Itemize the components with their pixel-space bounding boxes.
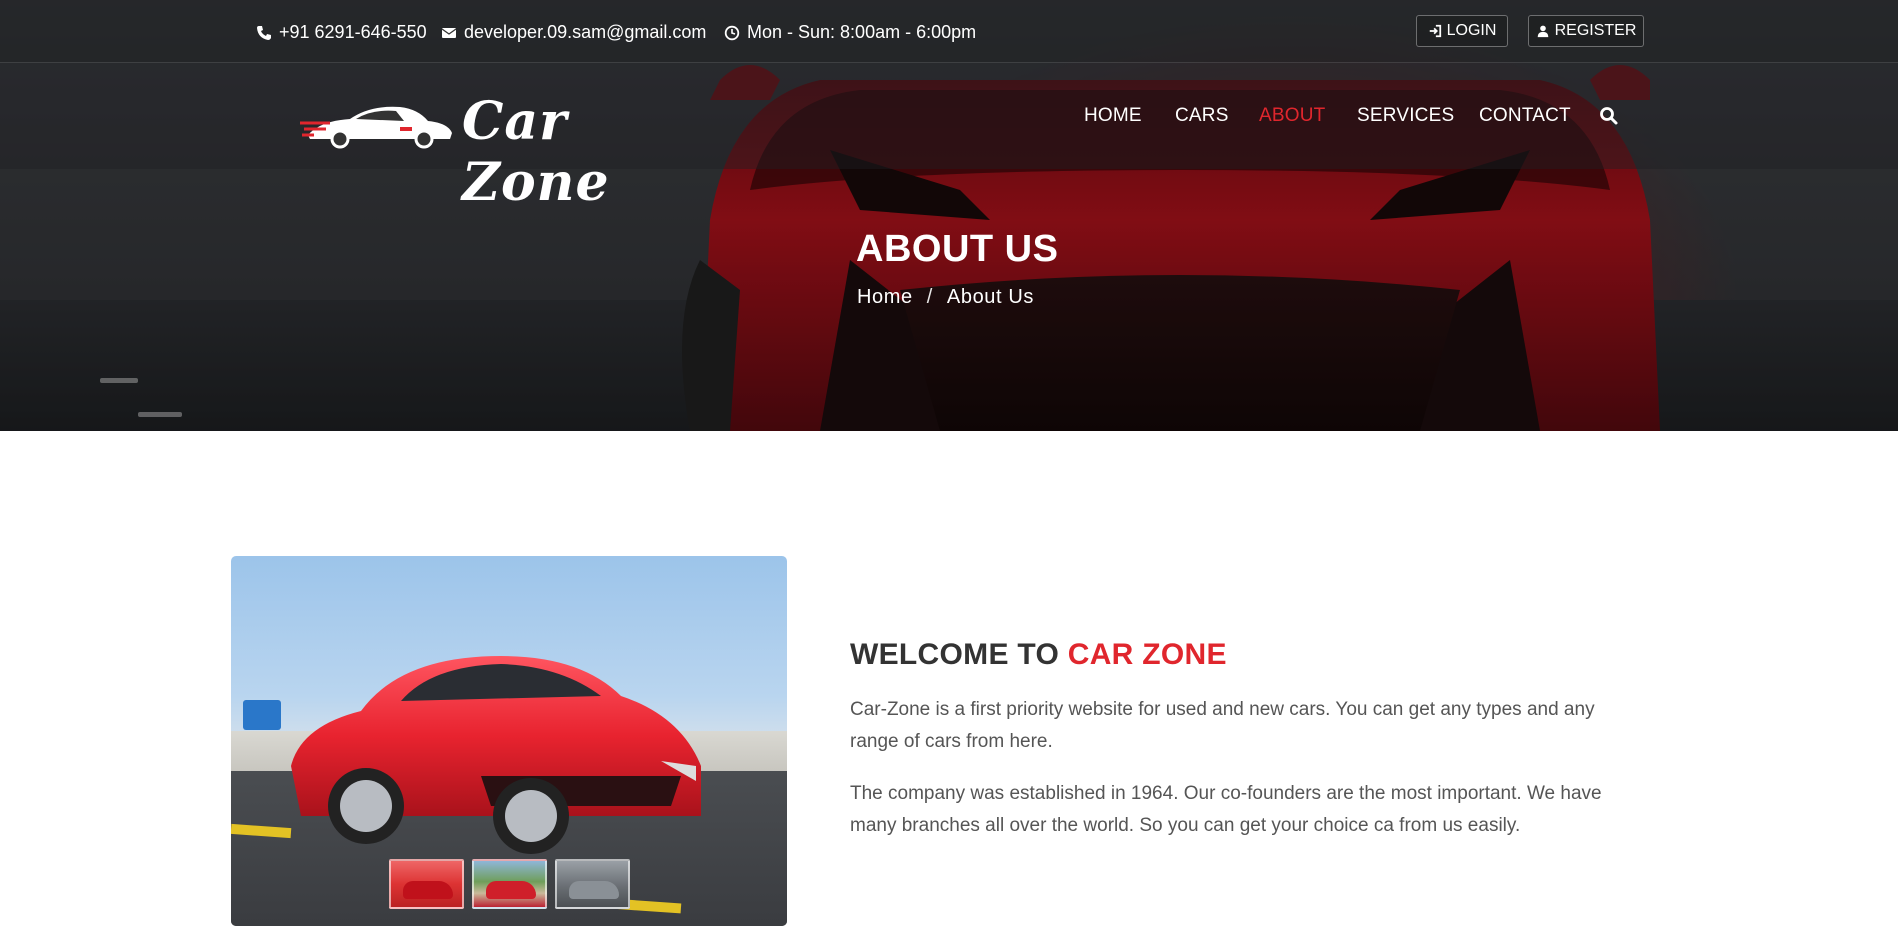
thumbnail-strip (389, 859, 630, 909)
breadcrumb-current: About Us (946, 286, 1034, 308)
search-icon[interactable] (1599, 106, 1619, 126)
thumbnail-car (486, 881, 536, 899)
nav-contact[interactable]: CONTACT (1479, 105, 1571, 127)
sign-in-icon (1429, 24, 1441, 38)
email-address: developer.09.sam@gmail.com (464, 22, 707, 42)
phone-number: +91 6291-646-550 (279, 22, 427, 42)
thumbnail-1[interactable] (389, 859, 464, 909)
email-contact[interactable]: developer.09.sam@gmail.com (441, 22, 706, 43)
nav-about[interactable]: ABOUT (1259, 105, 1325, 127)
about-paragraph-2: The company was established in 1964. Our… (850, 783, 1602, 836)
nav-cars[interactable]: CARS (1175, 105, 1229, 127)
thumbnail-car (569, 881, 619, 899)
welcome-brand: CAR ZONE (1067, 638, 1227, 671)
top-bar: +91 6291-646-550 developer.09.sam@gmail.… (0, 0, 1898, 63)
welcome-heading: WELCOME TO CAR ZONE (850, 638, 1227, 672)
register-button[interactable]: REGISTER (1528, 15, 1644, 47)
nav-home[interactable]: HOME (1084, 105, 1142, 127)
phone-icon (257, 25, 271, 40)
thumbnail-2[interactable] (472, 859, 547, 909)
user-icon (1537, 25, 1548, 38)
background-booth (243, 700, 281, 730)
welcome-prefix: WELCOME TO (850, 638, 1060, 671)
clock-icon (724, 25, 740, 40)
phone-contact[interactable]: +91 6291-646-550 (256, 22, 427, 43)
envelope-icon (441, 27, 457, 38)
opening-hours: Mon - Sun: 8:00am - 6:00pm (724, 22, 976, 43)
red-sports-car-image (291, 656, 701, 854)
breadcrumb-home[interactable]: Home (857, 286, 913, 309)
car-logo-icon (300, 106, 452, 149)
breadcrumb-separator: / (926, 286, 933, 308)
brand-name: Car Zone (462, 91, 610, 213)
register-label: REGISTER (1554, 22, 1637, 39)
about-car-gallery (231, 556, 787, 926)
hero-banner: +91 6291-646-550 developer.09.sam@gmail.… (0, 0, 1898, 431)
hours-text: Mon - Sun: 8:00am - 6:00pm (747, 22, 977, 42)
breadcrumb: Home / About Us (857, 286, 1034, 309)
page-title: ABOUT US (856, 228, 1059, 270)
brand-logo[interactable]: Car Zone (300, 83, 680, 213)
login-label: LOGIN (1446, 22, 1497, 39)
thumbnail-car (403, 881, 453, 899)
login-button[interactable]: LOGIN (1416, 15, 1508, 47)
thumbnail-3[interactable] (555, 859, 630, 909)
nav-services[interactable]: SERVICES (1357, 105, 1454, 127)
main-navbar: Car Zone HOME CARS ABOUT SERVICES CONTAC… (0, 63, 1898, 213)
about-paragraph-1: Car-Zone is a first priority website for… (850, 699, 1595, 752)
